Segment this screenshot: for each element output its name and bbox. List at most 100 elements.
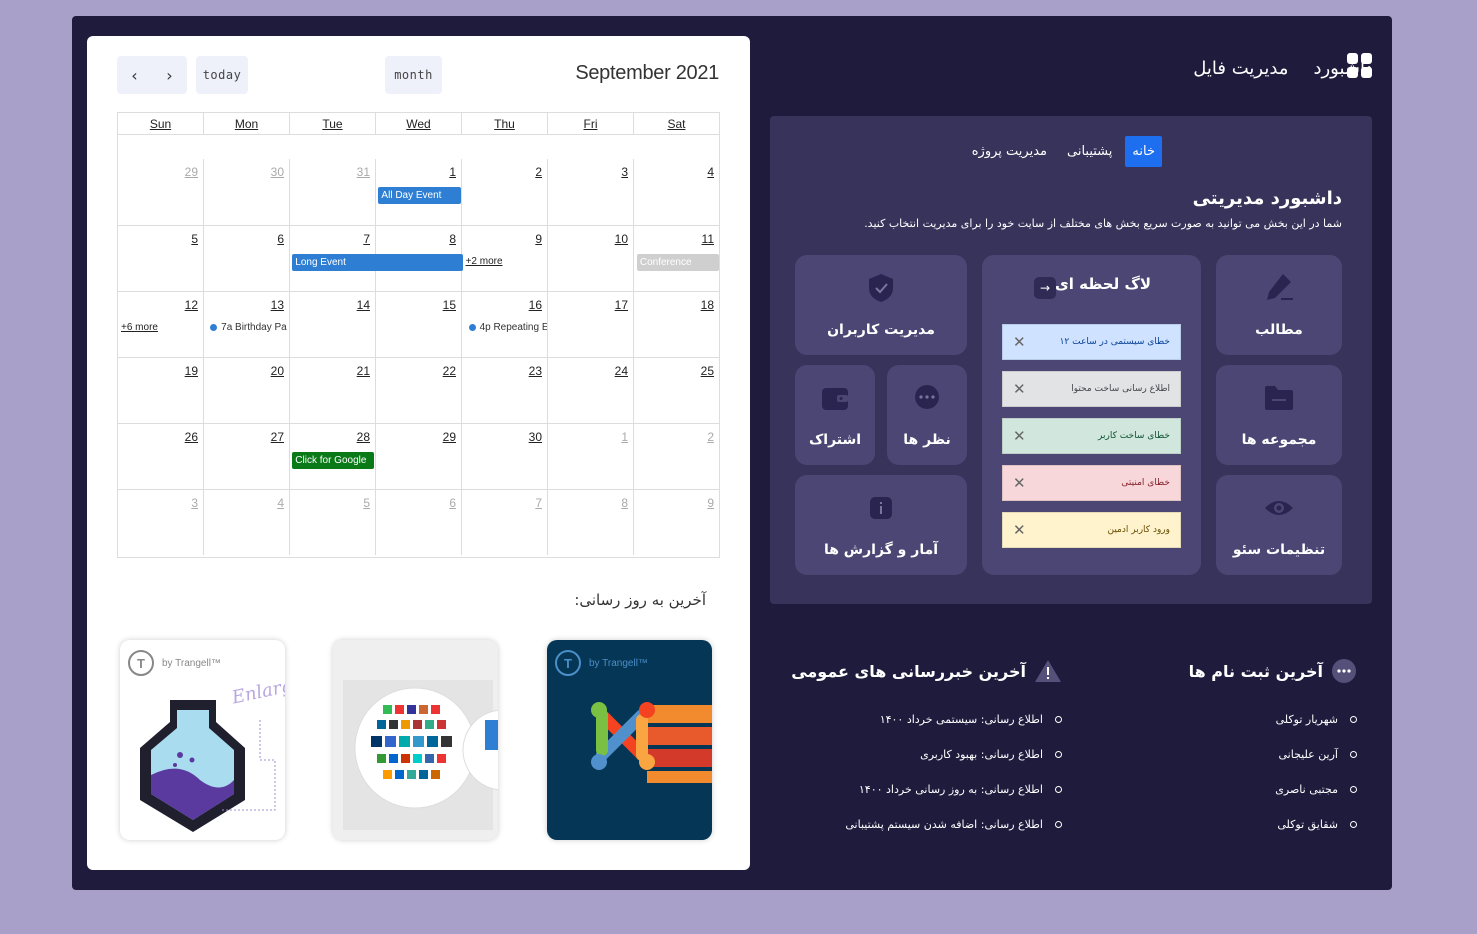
calendar-day[interactable]: 19	[118, 358, 203, 423]
next-button[interactable]: ›	[152, 56, 187, 94]
calendar-day[interactable]: 30	[203, 159, 289, 225]
weekday-label[interactable]: Sun	[118, 113, 203, 134]
weekday-label[interactable]: Sat	[633, 113, 719, 134]
month-view-button[interactable]: month	[385, 56, 442, 94]
day-number[interactable]: 7	[535, 496, 542, 510]
list-item[interactable]: شهریار توکلی	[1189, 702, 1357, 737]
close-icon[interactable]: ✕	[1013, 521, 1026, 539]
day-number[interactable]: 15	[443, 298, 456, 312]
calendar-day[interactable]: 18	[633, 292, 719, 357]
day-number[interactable]: 4	[277, 496, 284, 510]
day-number[interactable]: 14	[357, 298, 370, 312]
calendar-day[interactable]: 14	[289, 292, 375, 357]
list-item[interactable]: شقایق توکلی	[1189, 807, 1357, 842]
tile-collections[interactable]: مجموعه ها	[1216, 365, 1342, 465]
weekday-label[interactable]: Mon	[203, 113, 289, 134]
more-link[interactable]: +6 more	[121, 322, 158, 333]
close-icon[interactable]: ✕	[1013, 333, 1026, 351]
day-number[interactable]: 3	[621, 165, 628, 179]
day-number[interactable]: 5	[363, 496, 370, 510]
calendar-day[interactable]: 3	[118, 490, 203, 555]
calendar-day[interactable]: 4	[203, 490, 289, 555]
list-item[interactable]: اطلاع رسانی: بهبود کاربری	[791, 737, 1062, 772]
calendar-day[interactable]: 27	[203, 424, 289, 489]
day-number[interactable]: 31	[357, 165, 370, 179]
day-number[interactable]: 30	[271, 165, 284, 179]
calendar-day[interactable]: 17	[547, 292, 633, 357]
list-item[interactable]: اطلاع رسانی: سیستمی خرداد ۱۴۰۰	[791, 702, 1062, 737]
day-number[interactable]: 8	[449, 232, 456, 246]
day-number[interactable]: 6	[277, 232, 284, 246]
day-number[interactable]: 25	[701, 364, 714, 378]
calendar-day[interactable]: 1	[547, 424, 633, 489]
calendar-day[interactable]: 5	[118, 226, 203, 291]
tile-stats-reports[interactable]: آمار و گزارش ها	[795, 475, 967, 575]
tab-support[interactable]: پشتیبانی	[1060, 136, 1119, 167]
day-number[interactable]: 21	[357, 364, 370, 378]
event-google[interactable]: Click for Google	[292, 452, 375, 469]
today-button[interactable]: today	[196, 56, 248, 94]
calendar-day[interactable]: 29	[375, 424, 461, 489]
calendar-day[interactable]: 3	[547, 159, 633, 225]
calendar-day[interactable]: 6	[203, 226, 289, 291]
calendar-day[interactable]: 4	[633, 159, 719, 225]
calendar-day[interactable]: 15	[375, 292, 461, 357]
prev-button[interactable]: ‹	[117, 56, 152, 94]
calendar-day[interactable]: 7	[461, 490, 547, 555]
day-number[interactable]: 6	[449, 496, 456, 510]
calendar-day[interactable]: 2	[633, 424, 719, 489]
day-number[interactable]: 29	[185, 165, 198, 179]
day-number[interactable]: 22	[443, 364, 456, 378]
day-number[interactable]: 19	[185, 364, 198, 378]
list-item[interactable]: آرین علیجانی	[1189, 737, 1357, 772]
tab-project-management[interactable]: مدیریت پروژه	[965, 136, 1054, 167]
day-number[interactable]: 8	[621, 496, 628, 510]
day-number[interactable]: 12	[185, 298, 198, 312]
tile-user-management[interactable]: مدیریت کاربران	[795, 255, 967, 355]
close-icon[interactable]: ✕	[1013, 427, 1026, 445]
calendar-day[interactable]: 20	[203, 358, 289, 423]
day-number[interactable]: 9	[707, 496, 714, 510]
list-item[interactable]: اطلاع رسانی: اضافه شدن سیستم پشتیبانی	[791, 807, 1062, 842]
day-number[interactable]: 4	[707, 165, 714, 179]
tile-seo[interactable]: تنظیمات سئو	[1216, 475, 1342, 575]
day-number[interactable]: 27	[271, 430, 284, 444]
calendar-day[interactable]: 8	[547, 490, 633, 555]
calendar-day[interactable]: 6	[375, 490, 461, 555]
calendar-day[interactable]: 5	[289, 490, 375, 555]
day-number[interactable]: 11	[702, 232, 714, 246]
day-number[interactable]: 1	[449, 165, 456, 179]
day-number[interactable]: 5	[191, 232, 198, 246]
calendar-day[interactable]: 30	[461, 424, 547, 489]
tile-comments[interactable]: نظر ها	[887, 365, 967, 465]
event-conference[interactable]: Conference	[636, 254, 719, 271]
calendar-day[interactable]: 2	[461, 159, 547, 225]
weekday-label[interactable]: Thu	[461, 113, 547, 134]
day-number[interactable]: 10	[615, 232, 628, 246]
list-item[interactable]: مجتبی ناصری	[1189, 772, 1357, 807]
day-number[interactable]: 9	[535, 232, 542, 246]
list-item[interactable]: اطلاع رسانی: به روز رسانی خرداد ۱۴۰۰	[791, 772, 1062, 807]
day-number[interactable]: 13	[271, 298, 284, 312]
day-number[interactable]: 23	[529, 364, 542, 378]
event-long[interactable]: Long Event	[292, 254, 463, 271]
calendar-day[interactable]: 24	[547, 358, 633, 423]
day-number[interactable]: 2	[707, 430, 714, 444]
close-icon[interactable]: ✕	[1013, 380, 1026, 398]
day-number[interactable]: 7	[363, 232, 370, 246]
update-card-joomla[interactable]: Tby Trangell™	[547, 640, 712, 840]
calendar-day[interactable]: 21	[289, 358, 375, 423]
day-number[interactable]: 24	[615, 364, 628, 378]
calendar-day[interactable]: 23	[461, 358, 547, 423]
day-number[interactable]: 29	[443, 430, 456, 444]
day-number[interactable]: 16	[529, 298, 542, 312]
sign-in-icon[interactable]: →	[1034, 277, 1056, 299]
update-card-iconset[interactable]: Tby Trangell™	[333, 640, 498, 840]
day-number[interactable]: 1	[621, 430, 628, 444]
event-all-day[interactable]: All Day Event	[378, 187, 461, 204]
calendar-day[interactable]: 25	[633, 358, 719, 423]
calendar-day[interactable]: 29	[118, 159, 203, 225]
update-card-enlarge[interactable]: Tby Trangell™ Enlarge	[120, 640, 285, 840]
day-number[interactable]: 17	[615, 298, 628, 312]
day-number[interactable]: 26	[185, 430, 198, 444]
